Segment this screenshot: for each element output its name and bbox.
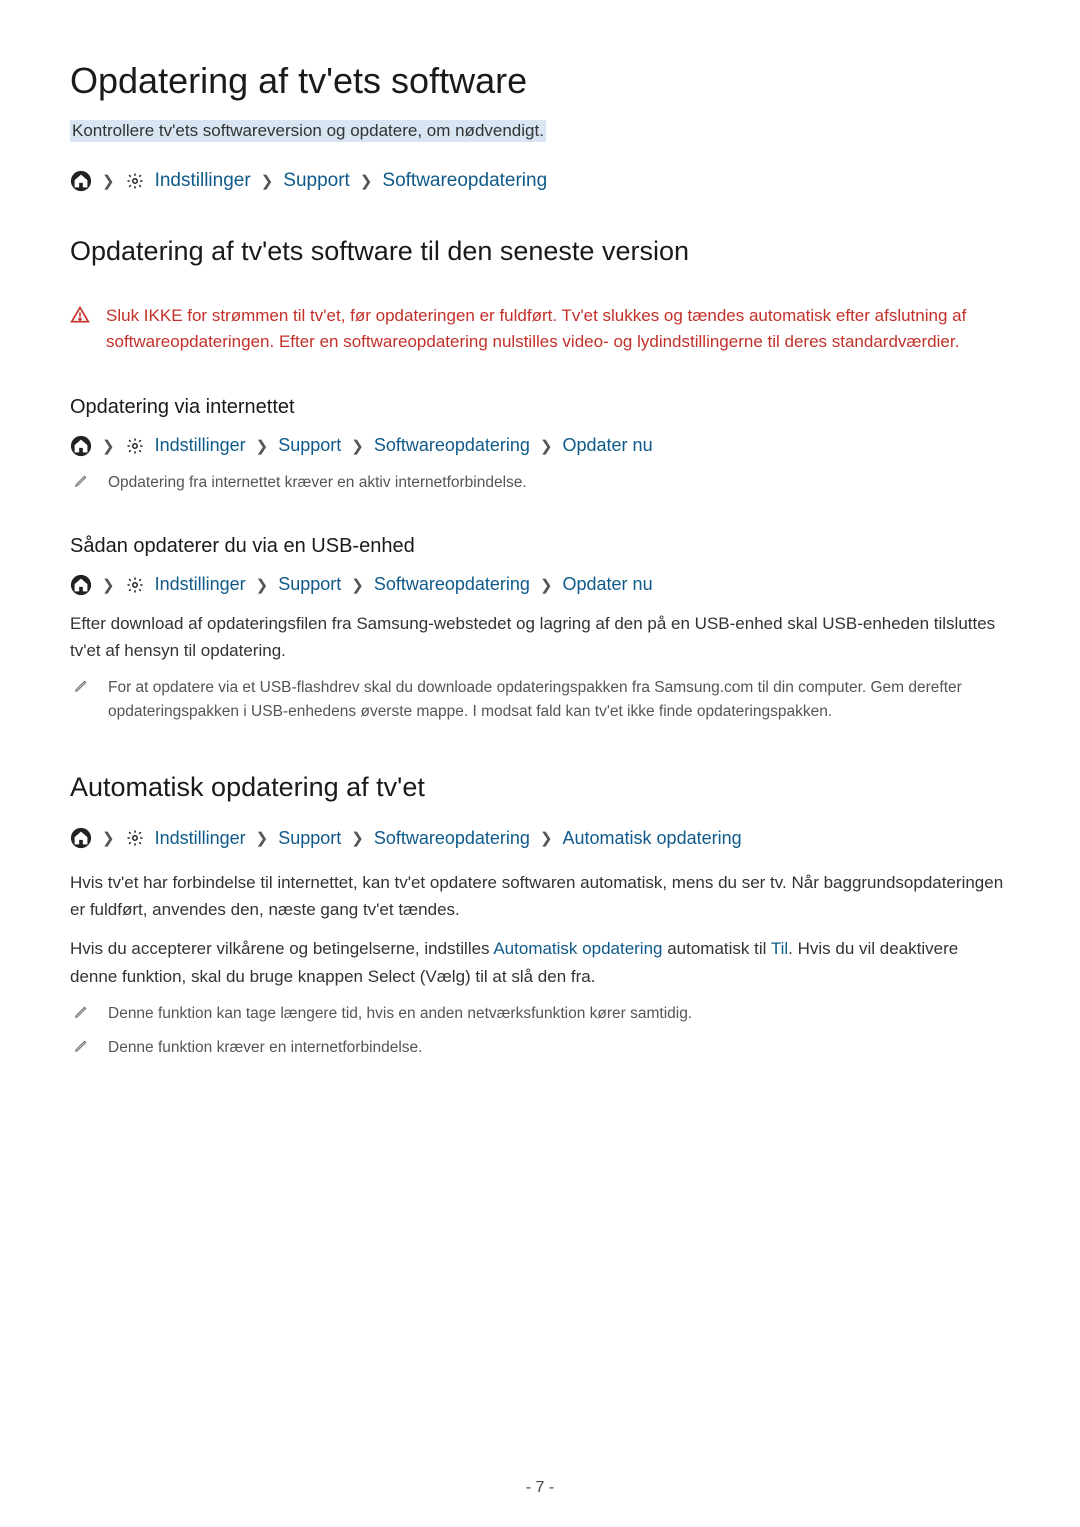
on-link: Til bbox=[771, 939, 788, 958]
home-icon bbox=[70, 170, 92, 192]
chevron-right-icon: ❯ bbox=[540, 576, 553, 594]
gear-icon bbox=[125, 828, 145, 848]
section-heading-internet: Opdatering via internettet bbox=[70, 396, 1010, 419]
section-heading-auto: Automatisk opdatering af tv'et bbox=[70, 772, 1010, 803]
auto-body2-mid: automatisk til bbox=[663, 939, 771, 958]
chevron-right-icon: ❯ bbox=[540, 829, 553, 847]
auto-body2: Hvis du accepterer vilkårene og betingel… bbox=[70, 935, 1010, 989]
pencil-icon bbox=[74, 474, 90, 490]
note-auto2: Denne funktion kræver en internetforbind… bbox=[70, 1036, 1010, 1060]
chevron-right-icon: ❯ bbox=[351, 576, 364, 594]
crumb-updatenow: Opdater nu bbox=[563, 435, 653, 456]
note-usb: For at opdatere via et USB-flashdrev ska… bbox=[70, 676, 1010, 724]
warning-icon bbox=[70, 305, 90, 325]
breadcrumb-auto: ❯ Indstillinger ❯ Support ❯ Softwareopda… bbox=[70, 827, 1010, 849]
crumb-support: Support bbox=[278, 828, 341, 849]
crumb-settings: Indstillinger bbox=[155, 170, 251, 192]
note-auto1: Denne funktion kan tage længere tid, hvi… bbox=[70, 1002, 1010, 1026]
crumb-softwareupdate: Softwareopdatering bbox=[374, 435, 530, 456]
note-text: Denne funktion kan tage længere tid, hvi… bbox=[108, 1002, 692, 1026]
home-icon bbox=[70, 827, 92, 849]
page-number: - 7 - bbox=[0, 1479, 1080, 1497]
chevron-right-icon: ❯ bbox=[540, 437, 553, 455]
chevron-right-icon: ❯ bbox=[360, 172, 373, 190]
chevron-right-icon: ❯ bbox=[102, 437, 115, 455]
note-text: Opdatering fra internettet kræver en akt… bbox=[108, 471, 527, 495]
breadcrumb-internet: ❯ Indstillinger ❯ Support ❯ Softwareopda… bbox=[70, 435, 1010, 457]
auto-body2-pre: Hvis du accepterer vilkårene og betingel… bbox=[70, 939, 493, 958]
breadcrumb-usb: ❯ Indstillinger ❯ Support ❯ Softwareopda… bbox=[70, 574, 1010, 596]
crumb-support: Support bbox=[278, 435, 341, 456]
page-title: Opdatering af tv'ets software bbox=[70, 60, 1010, 102]
crumb-softwareupdate: Softwareopdatering bbox=[374, 574, 530, 595]
chevron-right-icon: ❯ bbox=[102, 829, 115, 847]
chevron-right-icon: ❯ bbox=[256, 576, 269, 594]
chevron-right-icon: ❯ bbox=[261, 172, 274, 190]
crumb-softwareupdate: Softwareopdatering bbox=[382, 170, 547, 192]
warning-block: Sluk IKKE for strømmen til tv'et, før op… bbox=[70, 303, 1010, 356]
chevron-right-icon: ❯ bbox=[102, 172, 115, 190]
chevron-right-icon: ❯ bbox=[256, 829, 269, 847]
crumb-settings: Indstillinger bbox=[155, 435, 246, 456]
chevron-right-icon: ❯ bbox=[351, 437, 364, 455]
page-subtitle: Kontrollere tv'ets softwareversion og op… bbox=[70, 120, 546, 142]
auto-update-link: Automatisk opdatering bbox=[493, 939, 662, 958]
crumb-softwareupdate: Softwareopdatering bbox=[374, 828, 530, 849]
crumb-support: Support bbox=[283, 170, 350, 192]
crumb-updatenow: Opdater nu bbox=[563, 574, 653, 595]
pencil-icon bbox=[74, 1039, 90, 1055]
usb-body: Efter download af opdateringsfilen fra S… bbox=[70, 610, 1010, 664]
gear-icon bbox=[125, 171, 145, 191]
crumb-support: Support bbox=[278, 574, 341, 595]
pencil-icon bbox=[74, 1005, 90, 1021]
section-heading-latest: Opdatering af tv'ets software til den se… bbox=[70, 236, 1010, 267]
section-heading-usb: Sådan opdaterer du via en USB-enhed bbox=[70, 535, 1010, 558]
auto-body1: Hvis tv'et har forbindelse til internett… bbox=[70, 869, 1010, 923]
crumb-settings: Indstillinger bbox=[155, 574, 246, 595]
crumb-autoupdate: Automatisk opdatering bbox=[563, 828, 742, 849]
note-internet: Opdatering fra internettet kræver en akt… bbox=[70, 471, 1010, 495]
warning-text: Sluk IKKE for strømmen til tv'et, før op… bbox=[106, 303, 1000, 356]
pencil-icon bbox=[74, 679, 90, 695]
breadcrumb-main: ❯ Indstillinger ❯ Support ❯ Softwareopda… bbox=[70, 170, 1010, 192]
chevron-right-icon: ❯ bbox=[351, 829, 364, 847]
crumb-settings: Indstillinger bbox=[155, 828, 246, 849]
home-icon bbox=[70, 435, 92, 457]
home-icon bbox=[70, 574, 92, 596]
note-text: Denne funktion kræver en internetforbind… bbox=[108, 1036, 423, 1060]
chevron-right-icon: ❯ bbox=[102, 576, 115, 594]
gear-icon bbox=[125, 436, 145, 456]
gear-icon bbox=[125, 575, 145, 595]
chevron-right-icon: ❯ bbox=[256, 437, 269, 455]
note-text: For at opdatere via et USB-flashdrev ska… bbox=[108, 676, 1010, 724]
